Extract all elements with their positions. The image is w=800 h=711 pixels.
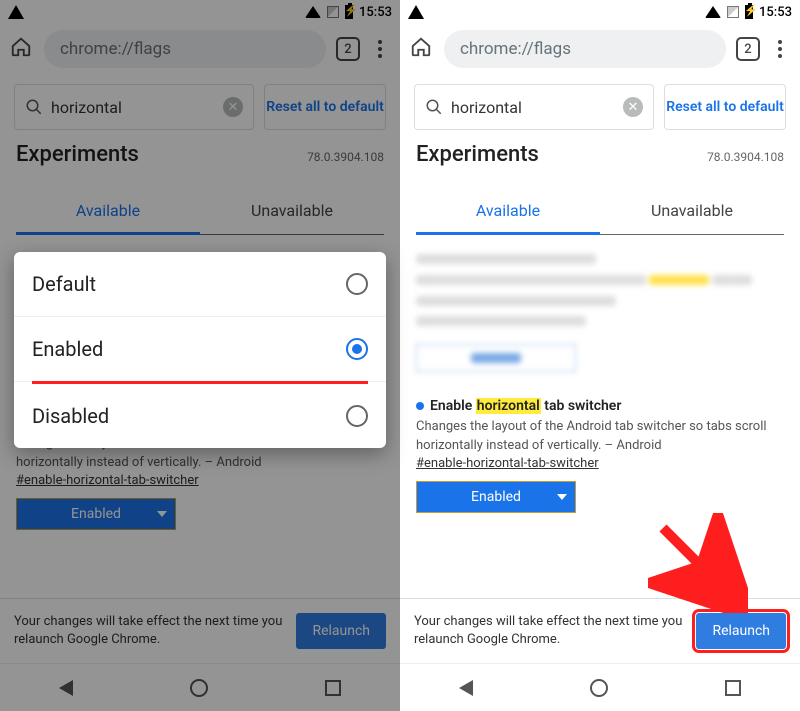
- url-bar[interactable]: chrome://flags: [444, 30, 726, 68]
- url-text: chrome://flags: [460, 39, 571, 59]
- clear-search-icon[interactable]: ✕: [623, 97, 643, 117]
- tab-available[interactable]: Available: [416, 189, 600, 235]
- clock: 15:53: [359, 5, 392, 20]
- flag-state-selector-popup: Default Enabled Disabled: [14, 252, 386, 448]
- picture-icon: [408, 5, 424, 19]
- nav-back-icon[interactable]: [59, 680, 73, 696]
- search-icon: [25, 98, 43, 116]
- picture-icon: [8, 5, 24, 19]
- status-bar: 15:53: [0, 0, 400, 24]
- radio-icon: [346, 273, 368, 295]
- tab-unavailable[interactable]: Unavailable: [600, 189, 784, 234]
- radio-icon: [346, 405, 368, 427]
- chrome-version: 78.0.3904.108: [707, 150, 784, 164]
- wifi-icon: [305, 6, 321, 18]
- no-sim-icon: [327, 6, 339, 18]
- overflow-menu-icon[interactable]: [370, 40, 390, 58]
- battery-charging-icon: [745, 5, 753, 19]
- relaunch-button[interactable]: Relaunch: [696, 613, 786, 649]
- omnibox-row: chrome://flags 2: [0, 24, 400, 74]
- battery-charging-icon: [345, 5, 353, 19]
- nav-home-icon[interactable]: [190, 679, 208, 697]
- tab-switcher-button[interactable]: 2: [736, 37, 760, 61]
- phone-left: 15:53 chrome://flags 2 horizontal ✕ Rese…: [0, 0, 400, 711]
- page-title: Experiments: [416, 142, 539, 167]
- nav-back-icon[interactable]: [459, 680, 473, 696]
- search-icon: [425, 98, 443, 116]
- flag-title: Enable horizontal tab switcher: [416, 398, 784, 414]
- flags-tabs: Available Unavailable: [416, 189, 784, 235]
- omnibox-row: chrome://flags 2: [400, 24, 800, 74]
- tab-available[interactable]: Available: [16, 189, 200, 235]
- annotation-arrow-icon: [648, 513, 748, 617]
- flag-state-dropdown[interactable]: Enabled: [16, 498, 176, 530]
- search-value: horizontal: [451, 98, 615, 117]
- flag-state-dropdown[interactable]: Enabled: [416, 481, 576, 513]
- tab-switcher-button[interactable]: 2: [336, 37, 360, 61]
- relaunch-bar: Your changes will take effect the next t…: [0, 598, 400, 663]
- search-highlight: horizontal: [476, 398, 541, 414]
- flags-search-input[interactable]: horizontal ✕: [414, 84, 654, 130]
- android-navbar: [400, 663, 800, 711]
- flags-tabs: Available Unavailable: [16, 189, 384, 235]
- relaunch-message: Your changes will take effect the next t…: [414, 613, 686, 649]
- wifi-icon: [705, 6, 721, 18]
- option-default[interactable]: Default: [14, 252, 386, 317]
- tab-unavailable[interactable]: Unavailable: [200, 189, 384, 234]
- reset-all-button[interactable]: Reset all to default: [664, 84, 786, 130]
- flags-search-input[interactable]: horizontal ✕: [14, 84, 254, 130]
- clear-search-icon[interactable]: ✕: [223, 97, 243, 117]
- home-icon[interactable]: [10, 36, 34, 62]
- nav-recent-icon[interactable]: [725, 680, 741, 696]
- option-enabled[interactable]: Enabled: [14, 317, 386, 382]
- nav-home-icon[interactable]: [590, 679, 608, 697]
- modified-indicator-icon: [416, 402, 424, 410]
- page-title: Experiments: [16, 142, 139, 167]
- flag-anchor-link[interactable]: #enable-horizontal-tab-switcher: [416, 456, 784, 471]
- url-text: chrome://flags: [60, 39, 171, 59]
- flag-list: Enable horizontal tab switcher Changes t…: [400, 235, 800, 513]
- phone-right: 15:53 chrome://flags 2 horizontal ✕ Rese…: [400, 0, 800, 711]
- chrome-version: 78.0.3904.108: [307, 150, 384, 164]
- reset-all-button[interactable]: Reset all to default: [264, 84, 386, 130]
- url-bar[interactable]: chrome://flags: [44, 30, 326, 68]
- blurred-flag-item: [416, 251, 784, 372]
- relaunch-message: Your changes will take effect the next t…: [14, 613, 286, 649]
- overflow-menu-icon[interactable]: [770, 40, 790, 58]
- nav-recent-icon[interactable]: [325, 680, 341, 696]
- option-disabled[interactable]: Disabled: [14, 384, 386, 448]
- relaunch-button[interactable]: Relaunch: [296, 613, 386, 649]
- status-bar: 15:53: [400, 0, 800, 24]
- search-value: horizontal: [51, 98, 215, 117]
- flag-description: Changes the layout of the Android tab sw…: [416, 418, 784, 456]
- no-sim-icon: [727, 6, 739, 18]
- flag-anchor-link[interactable]: #enable-horizontal-tab-switcher: [16, 473, 384, 488]
- clock: 15:53: [759, 5, 792, 20]
- home-icon[interactable]: [410, 36, 434, 62]
- radio-selected-icon: [346, 338, 368, 360]
- android-navbar: [0, 663, 400, 711]
